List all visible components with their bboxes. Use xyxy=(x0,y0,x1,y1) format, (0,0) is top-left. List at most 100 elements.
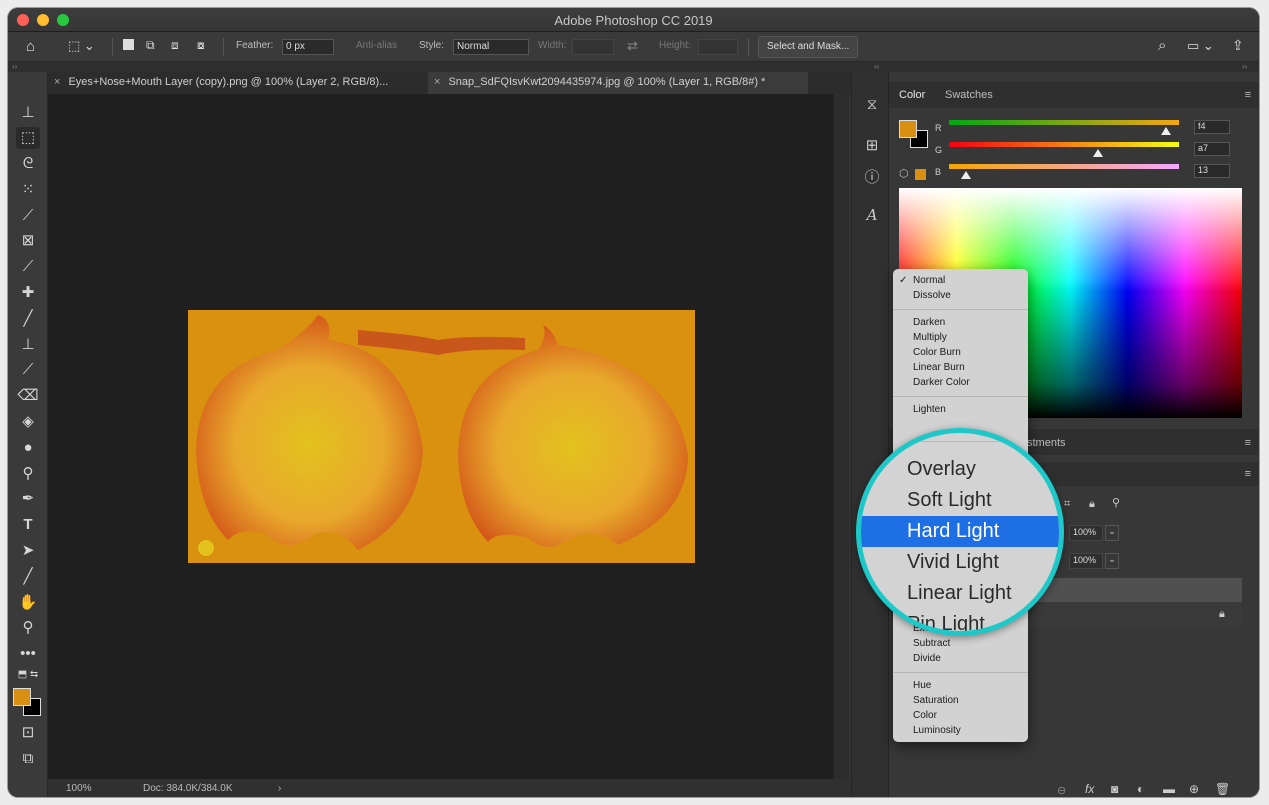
close-tab-icon[interactable]: × xyxy=(434,76,440,88)
menu-item-divide[interactable]: Divide xyxy=(913,653,941,664)
close-tab-icon[interactable]: × xyxy=(54,76,60,88)
b-value-input[interactable]: 13 xyxy=(1194,164,1230,178)
expand-toolbar-icon[interactable]: ›› xyxy=(12,62,17,71)
lasso-tool-icon[interactable]: ᘓ xyxy=(16,153,40,175)
select-and-mask-button[interactable]: Select and Mask... xyxy=(758,36,859,58)
tab-swatches[interactable]: Swatches xyxy=(945,89,993,101)
magnified-item-hard-light[interactable]: Hard Light xyxy=(907,520,999,543)
delete-layer-icon[interactable]: 🗑︎ xyxy=(1215,782,1230,796)
r-slider[interactable] xyxy=(949,120,1179,125)
magnified-item-soft-light[interactable]: Soft Light xyxy=(907,489,992,512)
eyedropper-tool-icon[interactable]: ⟋ xyxy=(16,256,40,278)
color-fg-swatch[interactable] xyxy=(899,120,917,138)
menu-item-lighten[interactable]: Lighten xyxy=(913,404,946,415)
paint-bucket-tool-icon[interactable]: ◈ xyxy=(16,411,40,433)
eraser-tool-icon[interactable]: ⌫ xyxy=(16,385,40,407)
fill-toggle-icon[interactable]: ⚲ xyxy=(1112,496,1120,509)
link-layers-icon[interactable]: ⊖ xyxy=(1057,784,1066,797)
healing-brush-tool-icon[interactable]: ✚ xyxy=(16,282,40,304)
hand-tool-icon[interactable]: ✋ xyxy=(16,592,40,614)
info-panel-icon[interactable]: ⓘ xyxy=(862,166,882,186)
dodge-tool-icon[interactable]: ⚲ xyxy=(16,463,40,485)
path-select-tool-icon[interactable]: ➤ xyxy=(16,540,40,562)
vertical-scrollbar[interactable] xyxy=(833,94,849,779)
fx-icon[interactable]: fx xyxy=(1085,782,1094,796)
magnified-item-overlay[interactable]: Overlay xyxy=(907,458,976,481)
home-icon[interactable]: ⌂ xyxy=(26,38,35,55)
layers-menu-icon[interactable]: ≡ xyxy=(1245,468,1251,480)
tab-document-1[interactable]: × Eyes+Nose+Mouth Layer (copy).png @ 100%… xyxy=(48,72,428,94)
artboard-tool-icon[interactable]: ⊥ xyxy=(16,102,40,124)
swap-dimensions-icon[interactable]: ⇄ xyxy=(627,38,638,54)
add-mask-icon[interactable]: ◙ xyxy=(1111,782,1118,796)
menu-item-saturation[interactable]: Saturation xyxy=(913,695,959,706)
menu-item-dissolve[interactable]: Dissolve xyxy=(913,290,951,301)
menu-item-color-burn[interactable]: Color Burn xyxy=(913,347,961,358)
feather-input[interactable]: 0 px xyxy=(282,39,334,55)
marquee-tool-icon[interactable]: ⬚ xyxy=(16,127,40,149)
swap-colors-icon[interactable]: ⬒ ⇆ xyxy=(16,664,40,686)
quick-select-tool-icon[interactable]: ⁙ xyxy=(16,179,40,201)
glyphs-panel-icon[interactable]: A xyxy=(862,206,882,226)
r-slider-thumb[interactable] xyxy=(1161,127,1171,135)
stamp-tool-icon[interactable]: ⊥ xyxy=(16,334,40,356)
collapse-icons-icon[interactable]: ‹‹ xyxy=(874,62,879,71)
menu-item-subtract[interactable]: Subtract xyxy=(913,638,950,649)
screen-mode-icon[interactable]: ⧉ xyxy=(16,748,40,770)
history-panel-icon[interactable]: ⧖ xyxy=(862,96,882,116)
magnified-item-linear-light[interactable]: Linear Light xyxy=(907,582,1012,605)
menu-item-normal[interactable]: Normal xyxy=(913,275,945,286)
marquee-preset-icon[interactable]: ⬚ ⌄ xyxy=(68,38,95,54)
fill-dropdown-icon[interactable]: ⌄ xyxy=(1105,553,1119,569)
new-layer-icon[interactable]: ⊕ xyxy=(1189,782,1199,796)
fill-input[interactable]: 100% xyxy=(1069,553,1103,569)
crop-tool-icon[interactable]: ⟋ xyxy=(16,205,40,227)
canvas-area[interactable] xyxy=(48,94,833,779)
cube-icon[interactable]: ⬡ xyxy=(899,167,909,180)
blur-tool-icon[interactable]: ● xyxy=(16,437,40,459)
tab-color[interactable]: Color xyxy=(899,89,925,101)
properties-panel-icon[interactable]: ⊞ xyxy=(862,136,882,156)
menu-item-linear-burn[interactable]: Linear Burn xyxy=(913,362,965,373)
menu-item-multiply[interactable]: Multiply xyxy=(913,332,947,343)
panel-menu-icon[interactable]: ≡ xyxy=(1245,89,1251,101)
g-slider-thumb[interactable] xyxy=(1093,149,1103,157)
quick-mask-icon[interactable]: ⊡ xyxy=(16,722,40,744)
opacity-input[interactable]: 100% xyxy=(1069,525,1103,541)
brush-tool-icon[interactable]: ╱ xyxy=(16,308,40,330)
add-selection-icon[interactable]: ⧉ xyxy=(146,38,155,53)
zoom-level[interactable]: 100% xyxy=(66,783,92,794)
adjustments-menu-icon[interactable]: ≡ xyxy=(1245,437,1251,449)
status-chevron-icon[interactable]: › xyxy=(278,783,281,794)
lock-all-icon[interactable]: 🔒︎ xyxy=(1089,498,1095,511)
search-icon[interactable]: ⌕ xyxy=(1158,37,1166,54)
style-select[interactable]: Normal xyxy=(453,39,529,55)
line-tool-icon[interactable]: ╱ xyxy=(16,566,40,588)
menu-item-luminosity[interactable]: Luminosity xyxy=(913,725,961,736)
g-value-input[interactable]: a7 xyxy=(1194,142,1230,156)
menu-item-darken[interactable]: Darken xyxy=(913,317,945,328)
height-input[interactable] xyxy=(698,39,738,55)
web-safe-swatch[interactable] xyxy=(915,169,926,180)
type-tool-icon[interactable]: T xyxy=(16,514,40,536)
menu-item-darker-color[interactable]: Darker Color xyxy=(913,377,970,388)
width-input[interactable] xyxy=(572,39,614,55)
r-value-input[interactable]: f4 xyxy=(1194,120,1230,134)
menu-item-color[interactable]: Color xyxy=(913,710,937,721)
pen-tool-icon[interactable]: ✒ xyxy=(16,488,40,510)
new-selection-icon[interactable] xyxy=(123,39,134,50)
antialias-checkbox[interactable]: Anti-alias xyxy=(356,40,397,51)
zoom-tool-icon[interactable]: ⚲ xyxy=(16,617,40,639)
tab-document-2[interactable]: × Snap_SdFQIsvKwt2094435974.jpg @ 100% (L… xyxy=(428,72,808,94)
history-brush-tool-icon[interactable]: ⟋ xyxy=(16,359,40,381)
intersect-selection-icon[interactable]: ⧇ xyxy=(197,38,205,53)
adjustment-layer-icon[interactable]: ◐ xyxy=(1137,782,1144,796)
share-icon[interactable]: ⇪ xyxy=(1232,37,1244,54)
b-slider-thumb[interactable] xyxy=(961,171,971,179)
workspace-icon[interactable]: ▭ ⌄ xyxy=(1187,38,1214,54)
new-group-icon[interactable]: ▬ xyxy=(1163,782,1175,796)
menu-item-hue[interactable]: Hue xyxy=(913,680,931,691)
opacity-dropdown-icon[interactable]: ⌄ xyxy=(1105,525,1119,541)
magnified-item-vivid-light[interactable]: Vivid Light xyxy=(907,551,999,574)
expand-panels-icon[interactable]: ›› xyxy=(1242,62,1247,71)
